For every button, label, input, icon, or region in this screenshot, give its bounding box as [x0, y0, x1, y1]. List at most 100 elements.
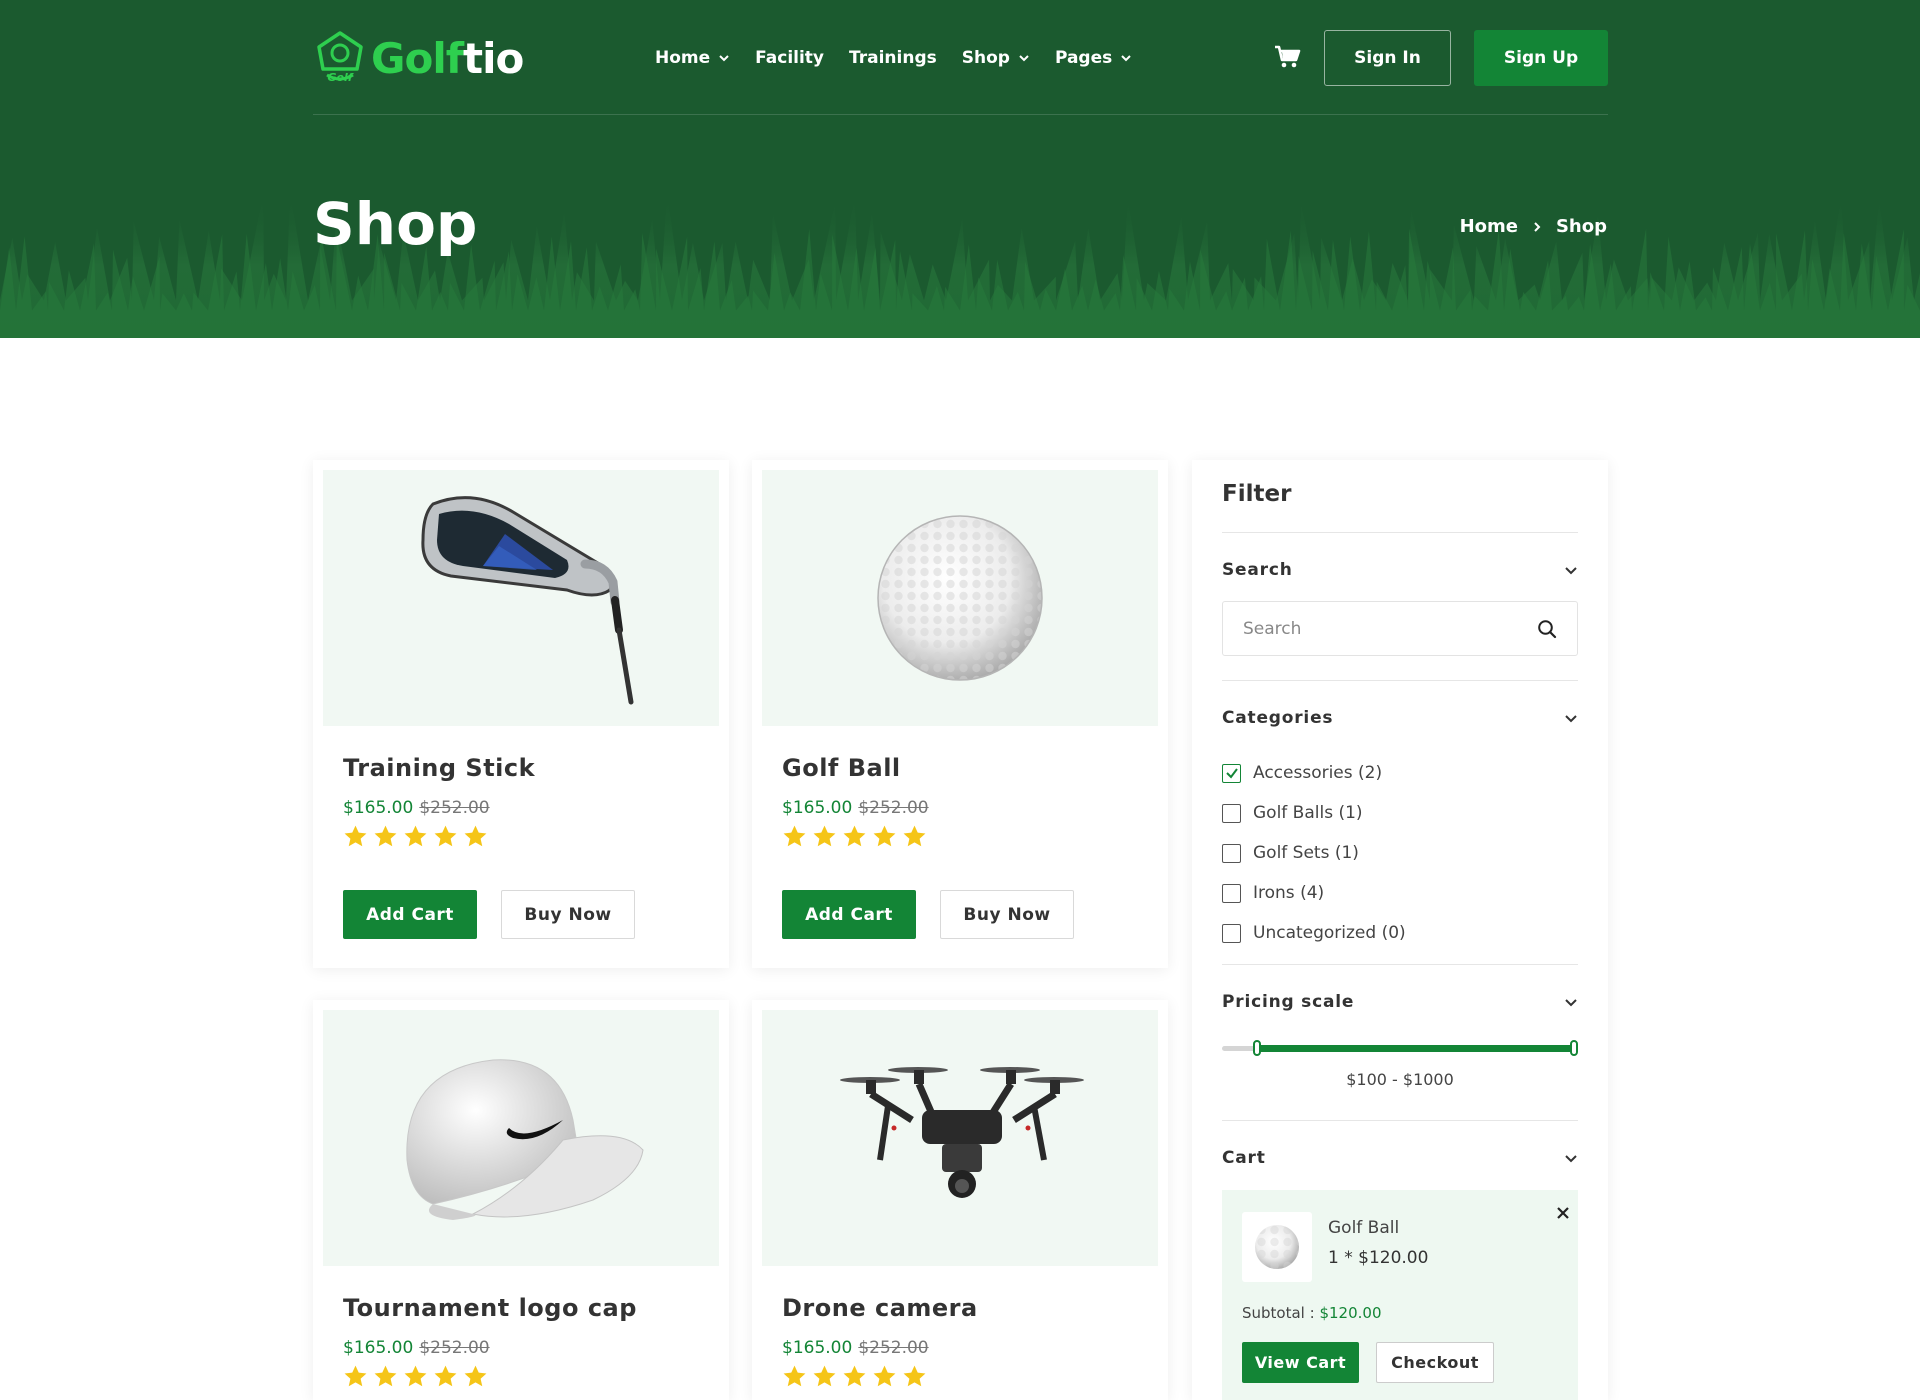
product-image[interactable]	[762, 1010, 1158, 1266]
product-name[interactable]: Drone camera	[782, 1294, 978, 1322]
product-old-price: $252.00	[419, 1338, 490, 1358]
breadcrumb-home-link[interactable]: Home	[1460, 216, 1518, 237]
product-sale-price: $165.00	[343, 1338, 414, 1358]
nav-item-facility[interactable]: Facility	[755, 48, 824, 68]
chevron-down-icon	[719, 55, 729, 62]
star-icon	[344, 825, 367, 847]
chevron-down-icon	[1565, 999, 1577, 1007]
checkbox[interactable]	[1222, 843, 1241, 863]
category-item[interactable]: Golf Sets (1)	[1222, 833, 1406, 873]
product-name[interactable]: Training Stick	[343, 754, 535, 782]
product-image[interactable]	[762, 470, 1158, 726]
category-item[interactable]: Golf Balls (1)	[1222, 793, 1406, 833]
svg-text:Golf: Golf	[327, 71, 353, 84]
add-cart-button[interactable]: Add Cart	[782, 890, 916, 939]
search-section-toggle[interactable]: Search	[1222, 560, 1578, 580]
star-icon	[464, 1365, 487, 1387]
page-header: Golf Golftio Home Facility Trainings Sho…	[0, 0, 1920, 338]
star-icon	[873, 825, 896, 847]
nav-item-pages[interactable]: Pages	[1055, 48, 1132, 68]
category-label: Irons (4)	[1253, 883, 1325, 903]
category-label: Accessories (2)	[1253, 763, 1383, 783]
cart-item-thumbnail[interactable]	[1242, 1212, 1312, 1282]
chevron-down-icon	[1121, 55, 1131, 62]
subtotal-value: $120.00	[1319, 1304, 1382, 1322]
star-icon	[813, 1365, 836, 1387]
cart-heading: Cart	[1222, 1148, 1266, 1168]
star-icon	[843, 825, 866, 847]
chevron-right-icon	[1534, 221, 1541, 232]
nav-item-label: Home	[655, 48, 711, 68]
star-icon	[404, 1365, 427, 1387]
chevron-down-icon	[1019, 55, 1029, 62]
cart-icon[interactable]	[1274, 44, 1302, 70]
site-logo[interactable]: Golf Golftio	[313, 28, 524, 88]
star-icon	[903, 825, 926, 847]
search-icon[interactable]	[1537, 619, 1557, 639]
brand-name-part1: Golf	[371, 33, 464, 83]
product-price: $165.00 $252.00	[782, 1338, 929, 1358]
product-image[interactable]	[323, 470, 719, 726]
category-item[interactable]: Uncategorized (0)	[1222, 913, 1406, 953]
slider-fill	[1257, 1045, 1574, 1052]
price-range-slider[interactable]	[1222, 1040, 1578, 1056]
product-image[interactable]	[323, 1010, 719, 1266]
product-old-price: $252.00	[419, 798, 490, 818]
checkbox[interactable]	[1222, 883, 1241, 903]
golf-logo-icon: Golf	[317, 31, 363, 84]
search-box	[1222, 601, 1578, 656]
star-icon	[434, 1365, 457, 1387]
main-navbar: Golf Golftio Home Facility Trainings Sho…	[313, 28, 1608, 88]
product-sale-price: $165.00	[343, 798, 414, 818]
filter-title: Filter	[1222, 481, 1292, 507]
divider	[1222, 1120, 1578, 1121]
buy-now-button[interactable]: Buy Now	[940, 890, 1074, 939]
grass-background	[0, 192, 1920, 338]
slider-max-handle[interactable]	[1570, 1040, 1578, 1056]
sign-in-button[interactable]: Sign In	[1324, 30, 1451, 86]
categories-section-toggle[interactable]: Categories	[1222, 708, 1578, 728]
product-sale-price: $165.00	[782, 1338, 853, 1358]
close-icon[interactable]	[1556, 1206, 1570, 1220]
star-icon	[404, 825, 427, 847]
nav-item-home[interactable]: Home	[655, 48, 730, 68]
checkbox[interactable]	[1222, 923, 1241, 943]
product-rating	[782, 1364, 927, 1389]
divider	[1222, 964, 1578, 965]
add-cart-button[interactable]: Add Cart	[343, 890, 477, 939]
mini-cart: Golf Ball 1 * $120.00 Subtotal : $120.00…	[1222, 1190, 1578, 1400]
chevron-down-icon	[1565, 567, 1577, 575]
view-cart-button[interactable]: View Cart	[1242, 1342, 1359, 1383]
slider-min-handle[interactable]	[1253, 1040, 1262, 1056]
checkbox[interactable]	[1222, 803, 1241, 823]
pricing-section-toggle[interactable]: Pricing scale	[1222, 992, 1578, 1012]
nav-menu: Home Facility Trainings Shop Pages	[655, 28, 1132, 88]
product-card: Training Stick $165.00 $252.00 Add Cart …	[313, 460, 729, 968]
pricing-heading: Pricing scale	[1222, 992, 1355, 1012]
product-card: Drone camera $165.00 $252.00	[752, 1000, 1168, 1400]
subtotal-label: Subtotal :	[1242, 1304, 1320, 1322]
product-rating	[782, 824, 927, 849]
star-icon	[783, 1365, 806, 1387]
category-item[interactable]: Irons (4)	[1222, 873, 1406, 913]
nav-item-trainings[interactable]: Trainings	[849, 48, 937, 68]
checkout-button[interactable]: Checkout	[1376, 1342, 1494, 1383]
star-icon	[813, 825, 836, 847]
cart-item-qty: 1 * $120.00	[1328, 1248, 1429, 1268]
golf-ball-icon	[1255, 1225, 1299, 1269]
nav-item-shop[interactable]: Shop	[962, 48, 1030, 68]
cart-section-toggle[interactable]: Cart	[1222, 1148, 1578, 1168]
category-item[interactable]: Accessories (2)	[1222, 753, 1406, 793]
product-old-price: $252.00	[858, 1338, 929, 1358]
nav-item-label: Facility	[755, 48, 825, 68]
category-label: Golf Balls (1)	[1253, 803, 1363, 823]
search-input[interactable]	[1223, 602, 1523, 655]
product-name[interactable]: Golf Ball	[782, 754, 901, 782]
cart-item-name[interactable]: Golf Ball	[1328, 1218, 1399, 1238]
categories-heading: Categories	[1222, 708, 1334, 728]
product-name[interactable]: Tournament logo cap	[343, 1294, 637, 1322]
filter-sidebar: Filter Search Categories Accessories (2)…	[1192, 460, 1608, 1400]
buy-now-button[interactable]: Buy Now	[501, 890, 635, 939]
sign-up-button[interactable]: Sign Up	[1474, 30, 1608, 86]
checkbox[interactable]	[1222, 763, 1241, 783]
